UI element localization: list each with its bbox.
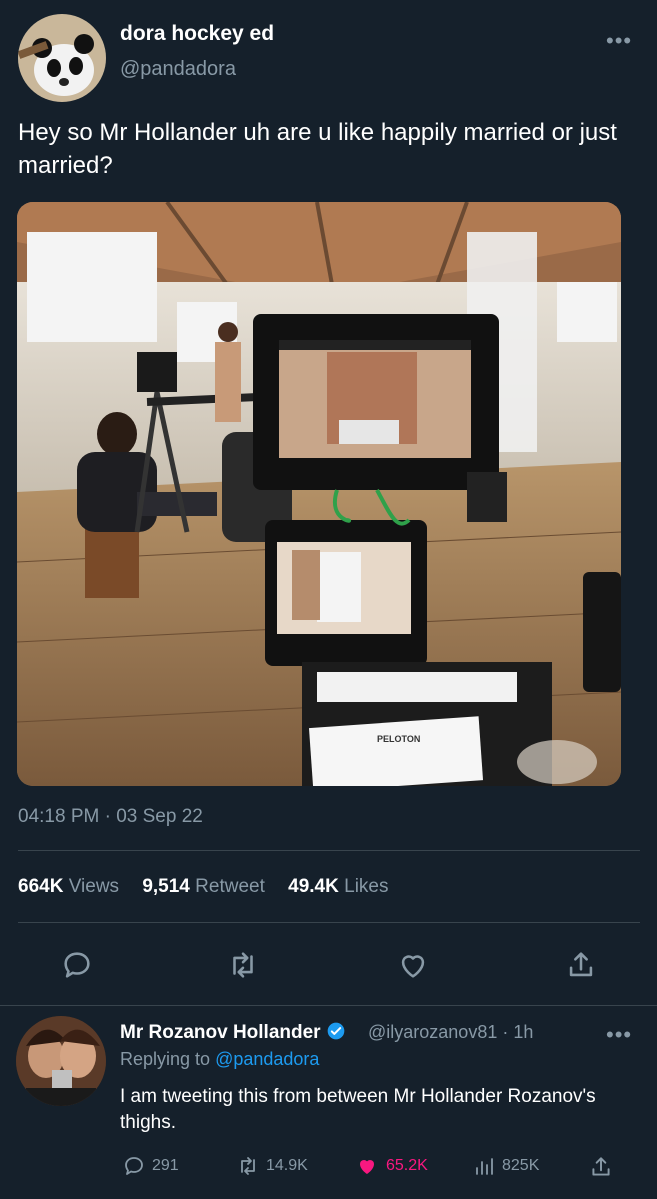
tweet-media[interactable]: PELOTON — [17, 202, 621, 786]
verified-badge-icon — [327, 1022, 345, 1040]
retweet-icon — [241, 1157, 255, 1175]
retweets-count[interactable]: 9,514 — [142, 876, 190, 897]
reply-icon — [125, 1157, 143, 1175]
reply-reply-count: 291 — [152, 1157, 179, 1174]
monitor-label: PELOTON — [377, 734, 420, 744]
replying-handle-link[interactable]: @pandadora — [215, 1049, 319, 1069]
reply-icon — [64, 952, 90, 978]
divider — [18, 922, 640, 923]
author-name[interactable]: dora hockey ed — [120, 22, 274, 46]
reply-author-avatar[interactable] — [16, 1016, 106, 1106]
author-avatar[interactable] — [18, 14, 106, 102]
reply-like-count: 65.2K — [386, 1157, 428, 1174]
more-options-icon[interactable]: ••• — [606, 28, 632, 54]
divider — [0, 1005, 657, 1006]
reply-avatar-image — [16, 1016, 106, 1106]
reply-retweet-count: 14.9K — [266, 1157, 308, 1174]
views-icon — [476, 1158, 493, 1175]
retweet-button[interactable] — [226, 948, 260, 987]
reply-author-name-text: Mr Rozanov Hollander — [120, 1022, 321, 1043]
reply-share-button[interactable] — [588, 1154, 614, 1180]
reply-like-button[interactable]: 65.2K — [354, 1154, 428, 1178]
views-count[interactable]: 664K — [18, 876, 63, 897]
divider — [18, 850, 640, 851]
replying-prefix: Replying to — [120, 1049, 211, 1069]
tweet-timestamp[interactable]: 04:18 PM · 03 Sep 22 — [18, 806, 203, 828]
reply-button[interactable] — [60, 948, 94, 987]
views-label[interactable]: Views — [69, 876, 119, 897]
reply-author-handle[interactable]: @ilyarozanov81 · 1h — [368, 1022, 533, 1043]
like-icon — [401, 955, 425, 978]
tweet-text: Hey so Mr Hollander uh are u like happil… — [18, 119, 617, 179]
tweet-stats: 664K Views 9,514 Retweet 49.4K Likes — [18, 876, 388, 898]
share-icon — [569, 952, 593, 977]
reply-retweet-button[interactable]: 14.9K — [236, 1154, 308, 1178]
reply-views-button[interactable]: 825K — [472, 1154, 539, 1178]
panda-avatar-image — [18, 14, 106, 102]
likes-label[interactable]: Likes — [344, 876, 388, 897]
likes-count[interactable]: 49.4K — [288, 876, 339, 897]
studio-photo: PELOTON — [17, 202, 621, 786]
like-button[interactable] — [396, 948, 430, 987]
reply-more-options-icon[interactable]: ••• — [606, 1022, 632, 1048]
reply-author-name[interactable]: Mr Rozanov Hollander — [120, 1021, 346, 1044]
author-handle[interactable]: @pandadora — [120, 58, 236, 81]
share-button[interactable] — [564, 948, 598, 987]
retweet-icon — [233, 952, 253, 978]
reply-text: I am tweeting this from between Mr Holla… — [120, 1086, 596, 1133]
reply-reply-button[interactable]: 291 — [122, 1154, 179, 1178]
share-icon — [592, 1157, 610, 1176]
replying-to: Replying to @pandadora — [120, 1049, 319, 1070]
reply-views-count: 825K — [502, 1157, 540, 1174]
retweets-label[interactable]: Retweet — [195, 876, 265, 897]
liked-heart-icon — [360, 1160, 374, 1174]
